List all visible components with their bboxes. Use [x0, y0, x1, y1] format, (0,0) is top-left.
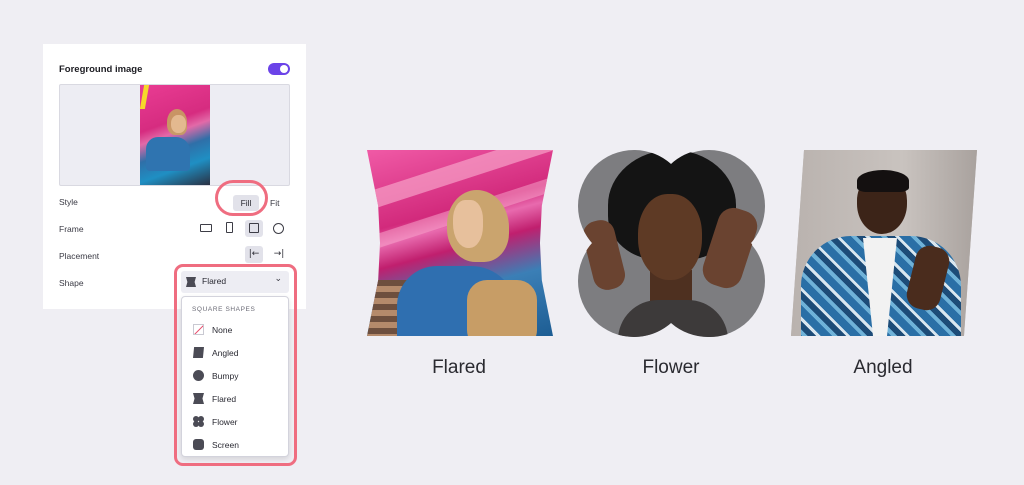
square-frame-icon[interactable]: [249, 223, 259, 233]
panel-title: Foreground image: [59, 64, 143, 75]
fill-highlight-ring: [215, 180, 268, 216]
caption-flower: Flower: [642, 357, 700, 378]
toggle-knob: [280, 65, 288, 73]
flower-example-image: [578, 150, 765, 337]
foreground-toggle[interactable]: [268, 63, 290, 75]
image-preview[interactable]: [59, 84, 290, 186]
circle-frame-icon[interactable]: [273, 223, 284, 234]
style-label: Style: [59, 197, 78, 207]
portrait-frame-icon[interactable]: [226, 222, 233, 233]
preview-thumbnail: [139, 85, 210, 185]
caption-angled: Angled: [853, 357, 913, 378]
flared-example-image: [367, 150, 553, 336]
placement-label: Placement: [59, 251, 100, 261]
caption-flared: Flared: [432, 357, 486, 378]
frame-label: Frame: [59, 224, 84, 234]
align-left-icon[interactable]: |←: [245, 246, 263, 263]
style-fit-button[interactable]: Fit: [270, 195, 279, 211]
align-right-icon[interactable]: →|: [271, 246, 287, 263]
landscape-frame-icon[interactable]: [200, 224, 212, 232]
shape-highlight-ring: [174, 264, 297, 466]
angled-example-image: [791, 150, 977, 336]
shape-label: Shape: [59, 278, 84, 288]
